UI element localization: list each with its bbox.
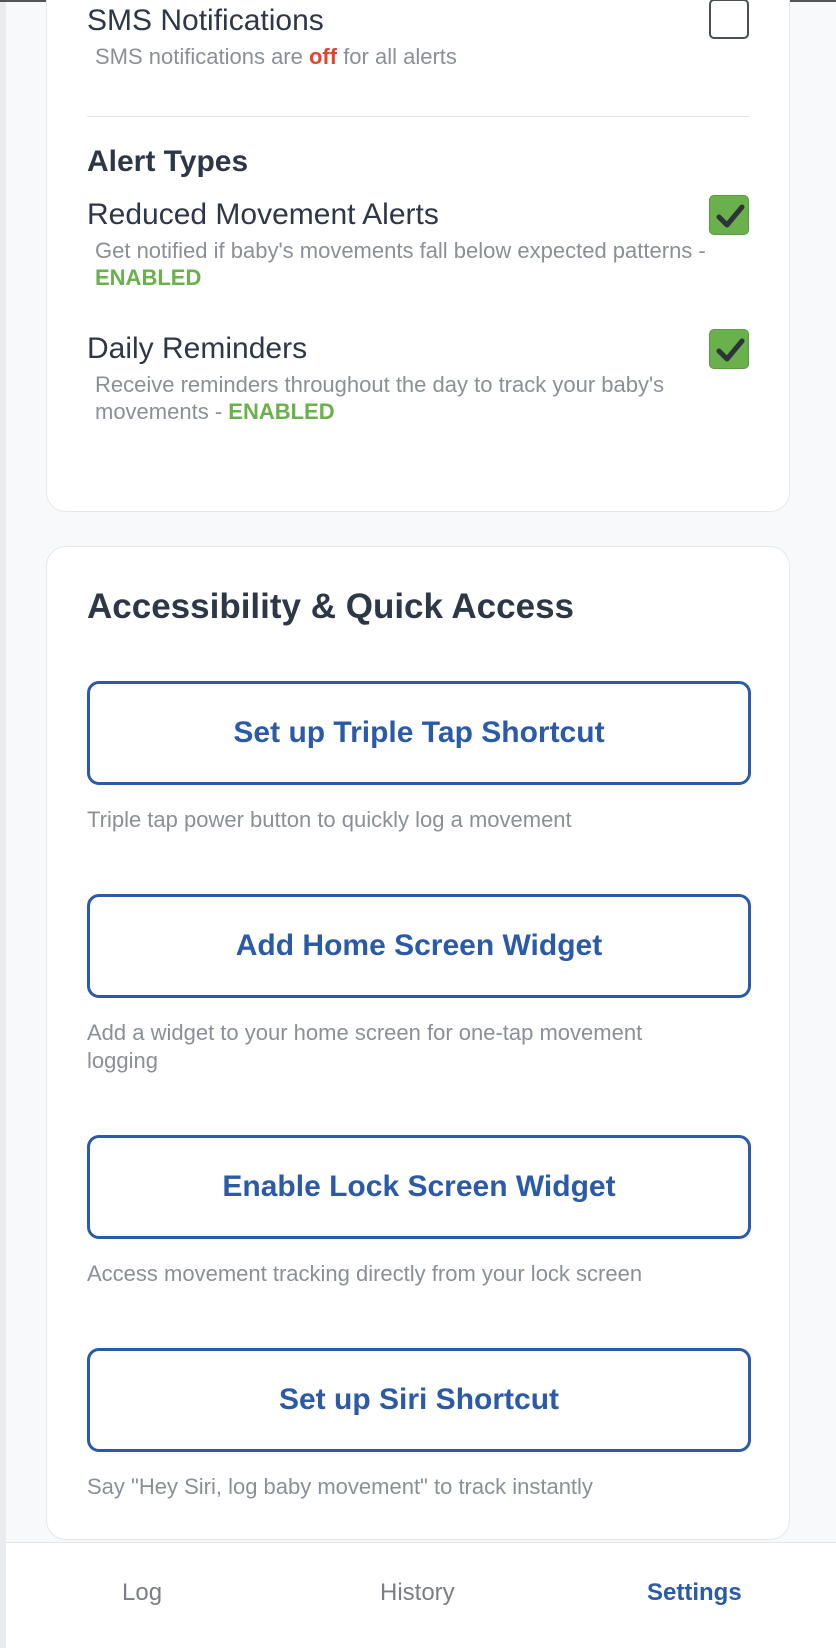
- daily-reminders-title: Daily Reminders: [87, 332, 308, 365]
- divider: [87, 116, 749, 117]
- alert-types-heading: Alert Types: [87, 145, 249, 178]
- triple-tap-shortcut-button[interactable]: Set up Triple Tap Shortcut: [87, 681, 751, 785]
- bottom-tab-bar: Log History Settings: [6, 1542, 836, 1648]
- sms-notifications-checkbox[interactable]: [709, 0, 749, 39]
- lock-screen-widget-button[interactable]: Enable Lock Screen Widget: [87, 1135, 751, 1239]
- accessibility-heading: Accessibility & Quick Access: [87, 587, 575, 626]
- sms-state: off: [308, 44, 338, 69]
- daily-reminders-row[interactable]: Daily Reminders Receive reminders throug…: [87, 329, 749, 441]
- siri-helper: Say "Hey Siri, log baby movement" to tra…: [87, 1474, 593, 1499]
- reduced-movement-checkbox[interactable]: [709, 195, 749, 235]
- checkmark-icon: [716, 204, 745, 228]
- settings-page: SMS Notifications SMS notifications are …: [0, 0, 836, 1648]
- home-widget-helper: Add a widget to your home screen for one…: [87, 1020, 643, 1073]
- daily-reminders-status: ENABLED: [228, 399, 335, 424]
- daily-reminders-checkbox[interactable]: [709, 329, 749, 369]
- lock-widget-helper: Access movement tracking directly from y…: [87, 1261, 643, 1286]
- reduced-movement-row[interactable]: Reduced Movement Alerts Get notified if …: [87, 195, 749, 307]
- triple-tap-helper: Triple tap power button to quickly log a…: [87, 807, 572, 832]
- reduced-movement-title: Reduced Movement Alerts: [87, 198, 439, 231]
- home-screen-widget-button[interactable]: Add Home Screen Widget: [87, 894, 751, 998]
- reduced-movement-status: ENABLED: [95, 265, 202, 290]
- left-edge-strip: [0, 2, 6, 1648]
- sms-notifications-row[interactable]: SMS Notifications SMS notifications are …: [87, 0, 749, 83]
- tab-settings[interactable]: Settings: [647, 1579, 742, 1607]
- tab-log[interactable]: Log: [122, 1579, 162, 1607]
- tab-history[interactable]: History: [380, 1579, 455, 1607]
- notifications-card: SMS Notifications SMS notifications are …: [46, 0, 790, 512]
- daily-reminders-desc: Receive reminders throughout the day to …: [95, 372, 665, 424]
- sms-notifications-title: SMS Notifications: [87, 4, 324, 37]
- accessibility-card: Accessibility & Quick Access Set up Trip…: [46, 546, 790, 1540]
- reduced-movement-desc: Get notified if baby's movements fall be…: [95, 238, 706, 290]
- checkmark-icon: [716, 338, 745, 362]
- sms-notifications-desc: SMS notifications are off for all alerts: [95, 44, 457, 69]
- siri-shortcut-button[interactable]: Set up Siri Shortcut: [87, 1348, 751, 1452]
